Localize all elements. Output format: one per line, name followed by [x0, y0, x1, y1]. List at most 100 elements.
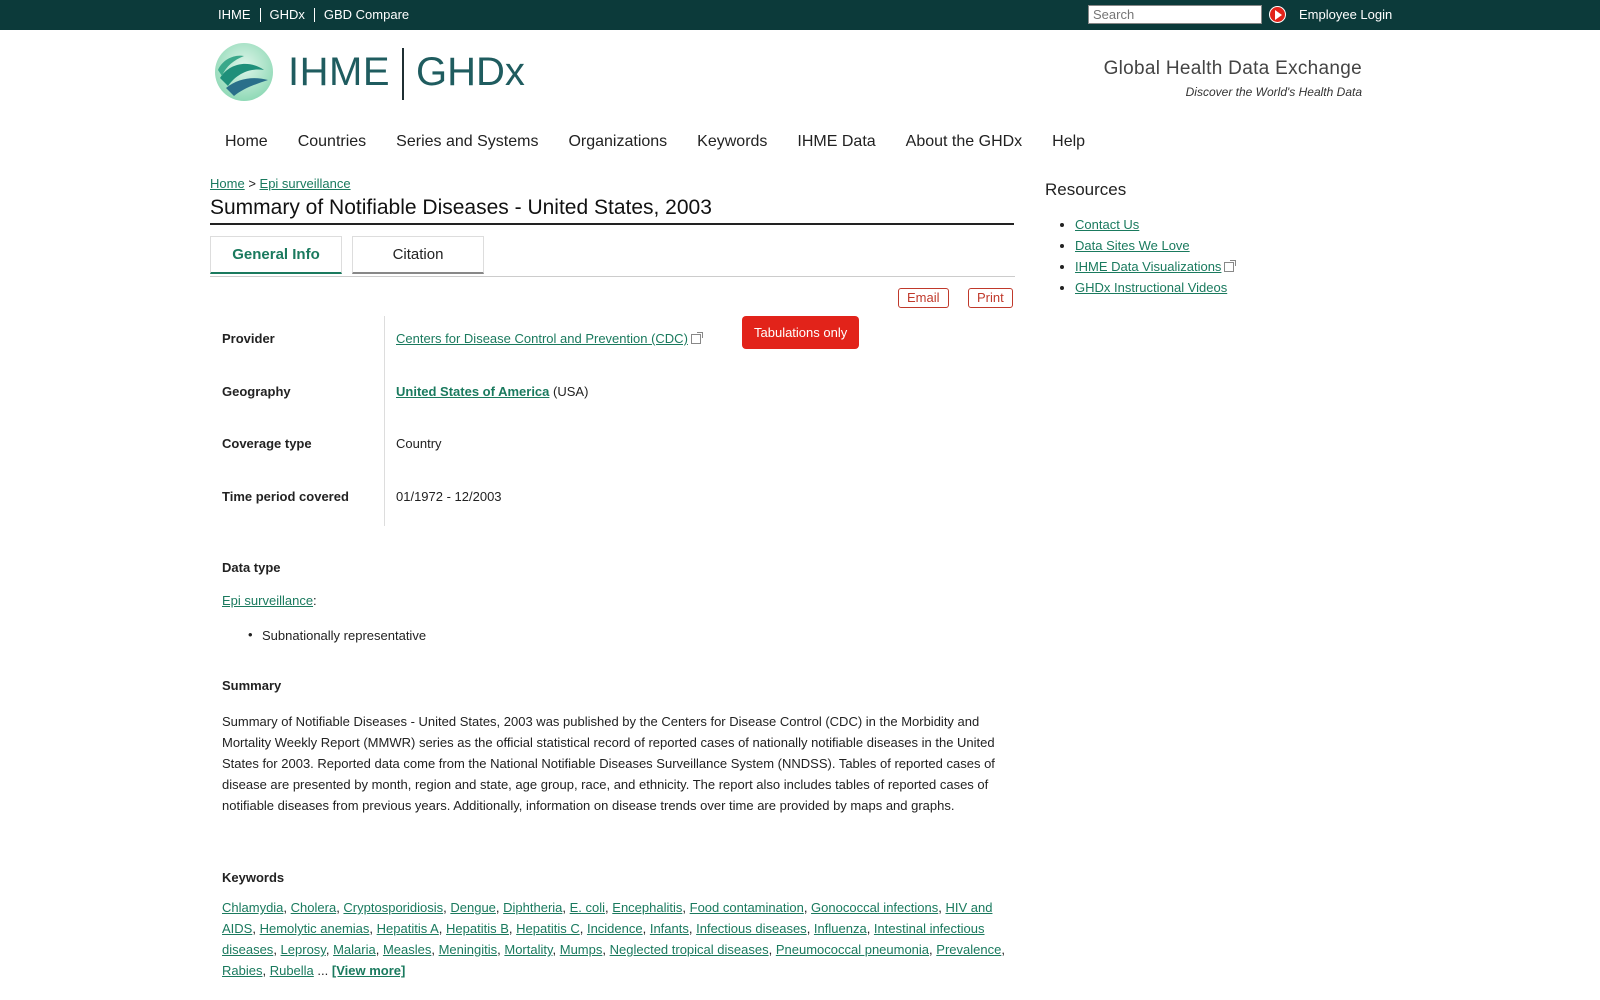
resource-link-contact-us[interactable]: Contact Us — [1075, 217, 1139, 232]
provider-link[interactable]: Centers for Disease Control and Preventi… — [396, 331, 688, 346]
keyword-link[interactable]: Infants — [650, 921, 689, 936]
nav-ihme-data[interactable]: IHME Data — [797, 133, 875, 151]
geography-code: (USA) — [553, 383, 589, 399]
keyword-link[interactable]: Rubella — [270, 963, 314, 978]
logo-ihme-text[interactable]: IHME — [288, 50, 390, 95]
data-type-colon: : — [313, 593, 317, 608]
logo-ghdx-text[interactable]: GHDx — [416, 50, 525, 95]
list-item: Contact Us — [1075, 214, 1234, 235]
keyword-link[interactable]: Cholera — [291, 900, 337, 915]
nav-help[interactable]: Help — [1052, 133, 1085, 151]
keywords-ellipsis: ... — [313, 963, 332, 978]
summary-heading: Summary — [222, 678, 282, 693]
nav-series-and-systems[interactable]: Series and Systems — [396, 133, 538, 151]
page-title: Summary of Notifiable Diseases - United … — [210, 196, 1014, 225]
keyword-link[interactable]: Mortality — [504, 942, 552, 957]
tabulations-only-badge[interactable]: Tabulations only — [742, 316, 860, 349]
keyword-link[interactable]: Leprosy — [281, 942, 326, 957]
coverage-type-label: Coverage type — [222, 436, 312, 451]
keywords-heading: Keywords — [222, 870, 285, 885]
data-type-value: Epi surveillance: — [222, 593, 317, 608]
keyword-link[interactable]: Hepatitis B — [446, 921, 509, 936]
keyword-link[interactable]: Food contamination — [690, 900, 804, 915]
print-button[interactable]: Print — [968, 288, 1013, 308]
search-input[interactable] — [1088, 5, 1262, 24]
keywords-list: Chlamydia, Cholera, Cryptosporidiosis, D… — [222, 900, 1005, 978]
keyword-link[interactable]: Chlamydia — [222, 900, 283, 915]
nav-organizations[interactable]: Organizations — [568, 133, 667, 151]
keyword-link[interactable]: Infectious diseases — [696, 921, 807, 936]
breadcrumb-home[interactable]: Home — [210, 176, 245, 191]
view-more-link[interactable]: [View more] — [332, 963, 405, 978]
keyword-link[interactable]: Measles — [383, 942, 431, 957]
ihme-logo-icon[interactable] — [214, 42, 274, 102]
email-button[interactable]: Email — [898, 288, 949, 308]
employee-login-link[interactable]: Employee Login — [1299, 7, 1392, 22]
tagline-title: Global Health Data Exchange — [1103, 58, 1362, 79]
nav-home[interactable]: Home — [225, 133, 268, 151]
site-link-gbd-compare[interactable]: GBD Compare — [324, 7, 409, 22]
site-links: IHME GHDx GBD Compare — [218, 7, 409, 22]
keyword-link[interactable]: Neglected tropical diseases — [610, 942, 769, 957]
list-item: Data Sites We Love — [1075, 235, 1234, 256]
provider-value: Centers for Disease Control and Preventi… — [396, 331, 703, 346]
breadcrumb: Home > Epi surveillance — [210, 176, 351, 191]
time-period-value: 01/1972 - 12/2003 — [396, 488, 502, 504]
keyword-link[interactable]: Rabies — [222, 963, 262, 978]
info-row-time-period: Time period covered 01/1972 - 12/2003 — [222, 474, 1012, 527]
keyword-link[interactable]: Hepatitis A — [377, 921, 439, 936]
resources-list: Contact Us Data Sites We Love IHME Data … — [1060, 214, 1237, 298]
time-period-label: Time period covered — [222, 488, 349, 504]
keyword-link[interactable]: Hemolytic anemias — [260, 921, 370, 936]
resource-link-instructional-videos[interactable]: GHDx Instructional Videos — [1075, 280, 1227, 295]
keyword-link[interactable]: Hepatitis C — [516, 921, 580, 936]
resources-title: Resources — [1045, 180, 1127, 199]
data-type-heading: Data type — [222, 560, 281, 575]
nav-keywords[interactable]: Keywords — [697, 133, 767, 151]
tab-citation[interactable]: Citation — [352, 236, 484, 274]
site-link-ghdx[interactable]: GHDx — [270, 7, 305, 22]
keyword-link[interactable]: Pneumococcal pneumonia — [776, 942, 929, 957]
coverage-type-value: Country — [396, 436, 442, 451]
list-item: GHDx Instructional Videos — [1075, 277, 1234, 298]
keyword-link[interactable]: Prevalence — [936, 942, 1001, 957]
geography-value: United States of America (USA) — [396, 384, 588, 399]
divider — [259, 7, 261, 22]
breadcrumb-epi-surveillance[interactable]: Epi surveillance — [260, 176, 351, 191]
keyword-link[interactable]: Incidence — [587, 921, 643, 936]
keyword-link[interactable]: Gonococcal infections — [811, 900, 938, 915]
summary-text: Summary of Notifiable Diseases - United … — [222, 714, 995, 813]
resource-link-ihme-visualizations[interactable]: IHME Data Visualizations — [1075, 259, 1221, 274]
keyword-link[interactable]: Encephalitis — [612, 900, 682, 915]
keyword-link[interactable]: E. coli — [570, 900, 605, 915]
keyword-link[interactable]: Meningitis — [439, 942, 498, 957]
site-link-ihme[interactable]: IHME — [218, 7, 251, 22]
site-tagline: Global Health Data Exchange Discover the… — [1104, 58, 1362, 99]
tagline-subtitle: Discover the World's Health Data — [1185, 85, 1362, 99]
tab-general-info[interactable]: General Info — [210, 236, 342, 274]
resource-link-data-sites[interactable]: Data Sites We Love — [1075, 238, 1190, 253]
keyword-link[interactable]: Malaria — [333, 942, 376, 957]
geography-link[interactable]: United States of America — [396, 384, 549, 399]
keyword-link[interactable]: Mumps — [560, 942, 603, 957]
record-info-table: Provider Centers for Disease Control and… — [222, 316, 1012, 526]
logo-divider — [402, 48, 404, 100]
keyword-link[interactable]: Cryptosporidiosis — [343, 900, 443, 915]
nav-about-the-ghdx[interactable]: About the GHDx — [906, 133, 1023, 151]
geography-label: Geography — [222, 383, 291, 399]
divider — [313, 7, 315, 22]
external-link-icon — [690, 332, 703, 344]
search-submit-icon[interactable] — [1269, 6, 1286, 23]
info-row-provider: Provider Centers for Disease Control and… — [222, 316, 1012, 369]
keyword-link[interactable]: Diphtheria — [503, 900, 562, 915]
external-link-icon — [1224, 260, 1237, 272]
main-navigation: Home Countries Series and Systems Organi… — [225, 133, 1115, 151]
list-item: Subnationally representative — [248, 627, 426, 643]
provider-label: Provider — [222, 331, 275, 346]
data-type-link[interactable]: Epi surveillance — [222, 593, 313, 608]
top-bar: IHME GHDx GBD Compare Employee Login — [0, 0, 1600, 30]
nav-countries[interactable]: Countries — [298, 133, 366, 151]
keyword-link[interactable]: Influenza — [814, 921, 867, 936]
tab-bar: General Info Citation — [210, 236, 1015, 277]
keyword-link[interactable]: Dengue — [450, 900, 496, 915]
